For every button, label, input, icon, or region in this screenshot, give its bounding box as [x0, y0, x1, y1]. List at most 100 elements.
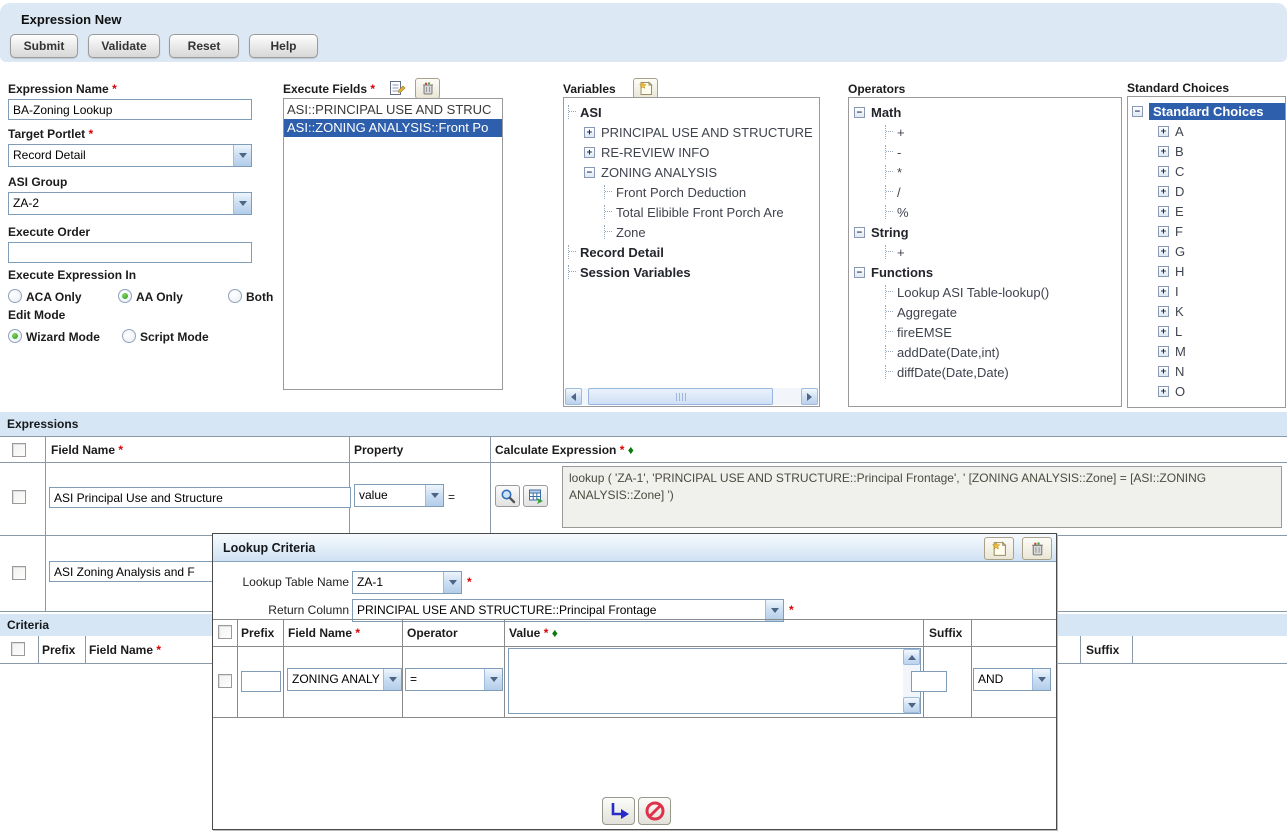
expand-plus-icon[interactable]: +	[1158, 166, 1169, 177]
dialog-suffix-input[interactable]	[911, 671, 947, 692]
scrollbar-thumb[interactable]	[588, 388, 773, 405]
tree-item[interactable]: +	[849, 242, 1121, 262]
help-button[interactable]: Help	[249, 34, 318, 58]
scroll-down-icon[interactable]	[903, 697, 920, 713]
expand-plus-icon[interactable]: +	[1158, 266, 1169, 277]
chevron-down-icon[interactable]	[484, 669, 502, 690]
lookup-table-name-select[interactable]: ZA-1	[352, 571, 462, 594]
tree-item[interactable]: +M	[1128, 341, 1285, 361]
chevron-down-icon[interactable]	[1032, 669, 1050, 690]
tree-item[interactable]: +E	[1128, 201, 1285, 221]
tree-item[interactable]: +N	[1128, 361, 1285, 381]
validate-button[interactable]: Validate	[88, 34, 160, 58]
scroll-up-icon[interactable]	[903, 649, 920, 665]
aca-only-radio-label[interactable]: ACA Only	[26, 290, 82, 304]
chevron-down-icon[interactable]	[233, 193, 251, 214]
tree-item[interactable]: +PRINCIPAL USE AND STRUCTURE	[564, 122, 819, 142]
tree-item[interactable]: −ZONING ANALYSIS	[564, 162, 819, 182]
tree-item[interactable]: Total Elibible Front Porch Are	[564, 202, 819, 222]
expression-field-name-input[interactable]	[49, 487, 351, 508]
dialog-prefix-input[interactable]	[241, 671, 281, 692]
tree-item[interactable]: +C	[1128, 161, 1285, 181]
tree-item[interactable]: +D	[1128, 181, 1285, 201]
collapse-minus-icon[interactable]: −	[584, 167, 595, 178]
standard-choices-tree[interactable]: −Standard Choices +A +B +C +D +E +F +G +…	[1127, 96, 1286, 408]
execute-order-input[interactable]	[8, 242, 252, 263]
tree-item[interactable]: +A	[1128, 121, 1285, 141]
tree-item-math[interactable]: −Math	[849, 102, 1121, 122]
tree-item-session-variables[interactable]: Session Variables	[564, 262, 819, 282]
tree-item[interactable]: +RE-REVIEW INFO	[564, 142, 819, 162]
tree-item[interactable]: *	[849, 162, 1121, 182]
tree-item[interactable]: +K	[1128, 301, 1285, 321]
execute-fields-listbox[interactable]: ASI::PRINCIPAL USE AND STRUC ASI::ZONING…	[283, 98, 503, 390]
expand-plus-icon[interactable]: +	[1158, 206, 1169, 217]
tree-item-string[interactable]: −String	[849, 222, 1121, 242]
tree-item-asi[interactable]: ASI	[564, 102, 819, 122]
expression-row-checkbox[interactable]	[12, 490, 26, 504]
chevron-down-icon[interactable]	[443, 572, 461, 593]
chevron-down-icon[interactable]	[233, 145, 251, 166]
dialog-criteria-row-checkbox[interactable]	[218, 674, 232, 688]
tree-item[interactable]: Lookup ASI Table-lookup()	[849, 282, 1121, 302]
variables-tree[interactable]: ASI +PRINCIPAL USE AND STRUCTURE +RE-REV…	[563, 97, 820, 407]
expression-lookup-button[interactable]	[495, 485, 520, 507]
dialog-submit-button[interactable]	[602, 797, 635, 825]
expression-name-input[interactable]	[8, 99, 252, 120]
select-all-expressions-checkbox[interactable]	[12, 443, 26, 457]
edit-fields-icon[interactable]	[388, 79, 406, 97]
chevron-down-icon[interactable]	[383, 669, 401, 690]
dialog-new-criteria-button[interactable]	[984, 537, 1014, 560]
expand-plus-icon[interactable]: +	[1158, 286, 1169, 297]
aa-only-radio[interactable]	[118, 289, 132, 303]
expand-plus-icon[interactable]: +	[584, 147, 595, 158]
tree-item[interactable]: +O	[1128, 381, 1285, 401]
expand-plus-icon[interactable]: +	[1158, 226, 1169, 237]
tree-item-functions[interactable]: −Functions	[849, 262, 1121, 282]
list-item[interactable]: ASI::PRINCIPAL USE AND STRUC	[284, 101, 502, 119]
horizontal-scrollbar[interactable]	[565, 388, 818, 405]
script-mode-radio-label[interactable]: Script Mode	[140, 330, 209, 344]
tree-item[interactable]: +F	[1128, 221, 1285, 241]
expand-plus-icon[interactable]: +	[1158, 186, 1169, 197]
wizard-mode-radio-label[interactable]: Wizard Mode	[26, 330, 100, 344]
tree-item[interactable]: Zone	[564, 222, 819, 242]
expand-plus-icon[interactable]: +	[1158, 386, 1169, 397]
both-radio-label[interactable]: Both	[246, 290, 273, 304]
expand-plus-icon[interactable]: +	[584, 127, 595, 138]
target-portlet-select[interactable]: Record Detail	[8, 144, 252, 167]
tree-item-standard-choices-root[interactable]: −Standard Choices	[1128, 101, 1285, 121]
dialog-cancel-button[interactable]	[638, 797, 671, 825]
dialog-delete-criteria-button[interactable]	[1022, 537, 1052, 560]
dialog-logic-select[interactable]: AND	[973, 668, 1051, 691]
expression-row-checkbox[interactable]	[12, 566, 26, 580]
tree-item[interactable]: -	[849, 142, 1121, 162]
expression-table-pick-button[interactable]	[523, 485, 548, 507]
collapse-minus-icon[interactable]: −	[1132, 106, 1143, 117]
chevron-down-icon[interactable]	[425, 485, 443, 506]
chevron-down-icon[interactable]	[765, 600, 783, 621]
expand-plus-icon[interactable]: +	[1158, 126, 1169, 137]
collapse-minus-icon[interactable]: −	[854, 267, 865, 278]
expand-plus-icon[interactable]: +	[1158, 246, 1169, 257]
tree-item[interactable]: +L	[1128, 321, 1285, 341]
aca-only-radio[interactable]	[8, 289, 22, 303]
expand-plus-icon[interactable]: +	[1158, 346, 1169, 357]
dialog-select-all-checkbox[interactable]	[218, 625, 232, 639]
reset-button[interactable]: Reset	[169, 34, 239, 58]
tree-item[interactable]: diffDate(Date,Date)	[849, 362, 1121, 382]
expand-plus-icon[interactable]: +	[1158, 366, 1169, 377]
asi-group-select[interactable]: ZA-2	[8, 192, 252, 215]
scroll-right-icon[interactable]	[801, 388, 818, 405]
expand-plus-icon[interactable]: +	[1158, 306, 1169, 317]
tree-item[interactable]: Front Porch Deduction	[564, 182, 819, 202]
tree-item-record-detail[interactable]: Record Detail	[564, 242, 819, 262]
delete-execute-field-button[interactable]	[415, 78, 440, 99]
scroll-left-icon[interactable]	[565, 388, 582, 405]
dialog-operator-select[interactable]: =	[405, 668, 503, 691]
tree-item[interactable]: Aggregate	[849, 302, 1121, 322]
collapse-minus-icon[interactable]: −	[854, 107, 865, 118]
tree-item[interactable]: +G	[1128, 241, 1285, 261]
tree-item[interactable]: fireEMSE	[849, 322, 1121, 342]
collapse-minus-icon[interactable]: −	[854, 227, 865, 238]
